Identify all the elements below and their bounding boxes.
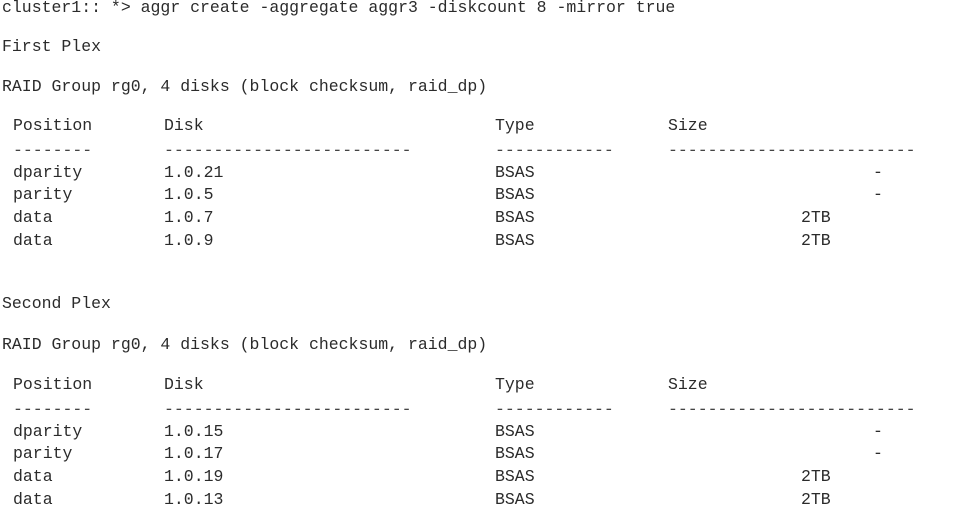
separator-type: ------------ [495,400,614,419]
cell-type: BSAS [495,163,535,182]
cell-type: BSAS [495,444,535,463]
cell-size: 2TB [801,490,831,509]
cell-size: 2TB [801,208,831,227]
cell-disk: 1.0.7 [164,208,214,227]
cell-size: - [873,185,883,204]
cell-disk: 1.0.17 [164,444,224,463]
cell-disk: 1.0.15 [164,422,224,441]
separator-type: ------------ [495,141,614,160]
separator-position: -------- [13,400,93,419]
cell-type: BSAS [495,467,535,486]
cell-disk: 1.0.21 [164,163,224,182]
cell-position: data [13,467,53,486]
cell-position: data [13,231,53,250]
cell-size: 2TB [801,231,831,250]
separator-disk: ------------------------- [164,141,412,160]
separator-position: -------- [13,141,93,160]
cell-size: 2TB [801,467,831,486]
cell-type: BSAS [495,490,535,509]
plex-title: First Plex [2,37,102,56]
plex-title: Second Plex [2,294,111,313]
header-position: Position [13,375,93,394]
header-type: Type [495,116,535,135]
cell-type: BSAS [495,422,535,441]
cell-size: - [873,163,883,182]
header-size: Size [668,375,708,394]
cell-size: - [873,444,883,463]
header-type: Type [495,375,535,394]
cell-type: BSAS [495,231,535,250]
cell-disk: 1.0.13 [164,490,224,509]
separator-size: ------------------------- [668,141,916,160]
cell-position: parity [13,444,73,463]
cell-position: dparity [13,422,83,441]
header-disk: Disk [164,375,204,394]
cell-disk: 1.0.5 [164,185,214,204]
cell-position: data [13,490,53,509]
cell-disk: 1.0.19 [164,467,224,486]
separator-disk: ------------------------- [164,400,412,419]
cell-type: BSAS [495,185,535,204]
command-line: cluster1:: *> aggr create -aggregate agg… [2,0,676,17]
cell-disk: 1.0.9 [164,231,214,250]
cell-type: BSAS [495,208,535,227]
header-disk: Disk [164,116,204,135]
separator-size: ------------------------- [668,400,916,419]
raid-group-line: RAID Group rg0, 4 disks (block checksum,… [2,77,488,96]
header-size: Size [668,116,708,135]
cell-position: dparity [13,163,83,182]
raid-group-line: RAID Group rg0, 4 disks (block checksum,… [2,335,488,354]
cell-position: data [13,208,53,227]
cell-size: - [873,422,883,441]
header-position: Position [13,116,93,135]
cell-position: parity [13,185,73,204]
